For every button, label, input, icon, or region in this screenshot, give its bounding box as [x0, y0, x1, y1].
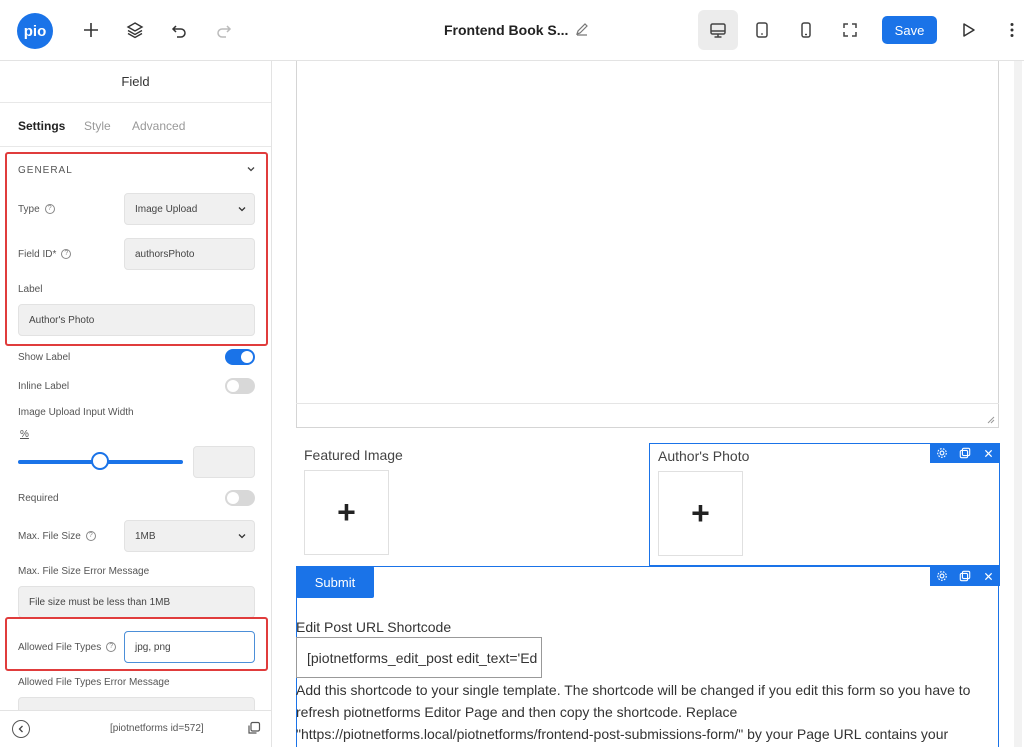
panel-title: Field [0, 61, 271, 103]
field-settings-panel: Field Settings Style Advanced GENERAL Ty… [0, 61, 272, 747]
pencil-icon[interactable] [574, 21, 590, 37]
show-label-label: Show Label [18, 352, 71, 363]
shortcode-label: Edit Post URL Shortcode [296, 619, 452, 635]
submit-button[interactable]: Submit [296, 566, 374, 598]
help-icon[interactable]: ? [44, 204, 55, 215]
plus-icon[interactable] [79, 18, 103, 42]
panel-tabs: Settings Style Advanced [0, 103, 271, 147]
general-section-title[interactable]: GENERAL [18, 165, 73, 176]
shortcode-input[interactable]: [piotnetforms_edit_post edit_text='Ed [296, 637, 542, 678]
close-icon[interactable] [981, 446, 995, 460]
form-shortcode[interactable]: [piotnetforms id=572] [110, 723, 204, 734]
unit-selector[interactable]: % [20, 429, 29, 440]
duplicate-icon[interactable] [958, 569, 972, 583]
help-icon[interactable]: ? [106, 642, 117, 653]
type-select[interactable]: Image Upload [124, 193, 255, 225]
pio-logo[interactable]: pio [17, 13, 53, 49]
featured-image-label: Featured Image [304, 447, 403, 463]
input-width-slider-handle[interactable] [91, 452, 109, 470]
allowed-file-types-label: Allowed File Types? [18, 642, 117, 653]
field-id-input[interactable]: authorsPhoto [124, 238, 255, 270]
type-label: Type? [18, 204, 55, 215]
desktop-icon[interactable] [698, 10, 738, 50]
featured-image-column[interactable]: Featured Image + [296, 443, 648, 566]
required-label: Required [18, 493, 59, 504]
help-icon[interactable]: ? [85, 531, 96, 542]
textarea-field[interactable] [296, 61, 999, 428]
tab-advanced[interactable]: Advanced [132, 119, 185, 133]
authors-photo-upload-button[interactable]: + [658, 471, 743, 556]
shortcode-description: Add this shortcode to your single templa… [296, 682, 971, 742]
fullscreen-icon[interactable] [830, 10, 870, 50]
gear-icon[interactable] [935, 446, 949, 460]
max-file-size-label: Max. File Size? [18, 531, 96, 542]
tablet-icon[interactable] [742, 10, 782, 50]
allowed-file-types-input[interactable]: jpg, png [124, 631, 255, 663]
undo-icon[interactable] [167, 18, 191, 42]
max-file-size-error-label: Max. File Size Error Message [18, 566, 150, 577]
more-vertical-icon[interactable] [1002, 18, 1022, 42]
panel-footer: [piotnetforms id=572] [0, 710, 271, 747]
resize-handle-icon[interactable] [987, 416, 995, 424]
inline-label-toggle[interactable] [225, 378, 255, 394]
divider [296, 403, 999, 404]
required-toggle[interactable] [225, 490, 255, 506]
label-label: Label [18, 284, 43, 295]
back-arrow-icon[interactable] [12, 720, 30, 738]
redo-icon[interactable] [212, 18, 236, 42]
gear-icon[interactable] [935, 569, 949, 583]
mobile-icon[interactable] [786, 10, 826, 50]
duplicate-icon[interactable] [958, 446, 972, 460]
tab-style[interactable]: Style [84, 119, 111, 133]
top-toolbar: pio Frontend Book S... Save [0, 0, 1024, 61]
authors-photo-label: Author's Photo [658, 448, 750, 464]
field-id-label: Field ID*? [18, 249, 72, 260]
section-controls [930, 566, 1000, 586]
chevron-down-icon [238, 534, 246, 539]
input-width-value[interactable] [193, 446, 255, 478]
canvas-scrollbar[interactable] [1014, 61, 1022, 747]
form-canvas: Featured Image + Author's Photo + Submit… [272, 61, 1024, 747]
document-title[interactable]: Frontend Book S... [444, 22, 568, 38]
max-file-size-error-input[interactable]: File size must be less than 1MB [18, 586, 255, 618]
help-icon[interactable]: ? [61, 249, 72, 260]
max-file-size-select[interactable]: 1MB [124, 520, 255, 552]
featured-image-upload-button[interactable]: + [304, 470, 389, 555]
save-button[interactable]: Save [882, 16, 937, 44]
copy-icon[interactable] [247, 721, 261, 735]
preview-play-icon[interactable] [956, 18, 980, 42]
chevron-down-icon [238, 207, 246, 212]
widget-controls [930, 443, 1000, 463]
chevron-down-icon[interactable] [246, 164, 256, 174]
input-width-label: Image Upload Input Width [18, 407, 134, 418]
show-label-toggle[interactable] [225, 349, 255, 365]
label-input[interactable]: Author's Photo [18, 304, 255, 336]
layers-icon[interactable] [123, 18, 147, 42]
inline-label-label: Inline Label [18, 381, 70, 392]
allowed-file-types-error-label: Allowed File Types Error Message [18, 677, 170, 688]
tab-settings[interactable]: Settings [18, 119, 65, 133]
close-icon[interactable] [981, 569, 995, 583]
